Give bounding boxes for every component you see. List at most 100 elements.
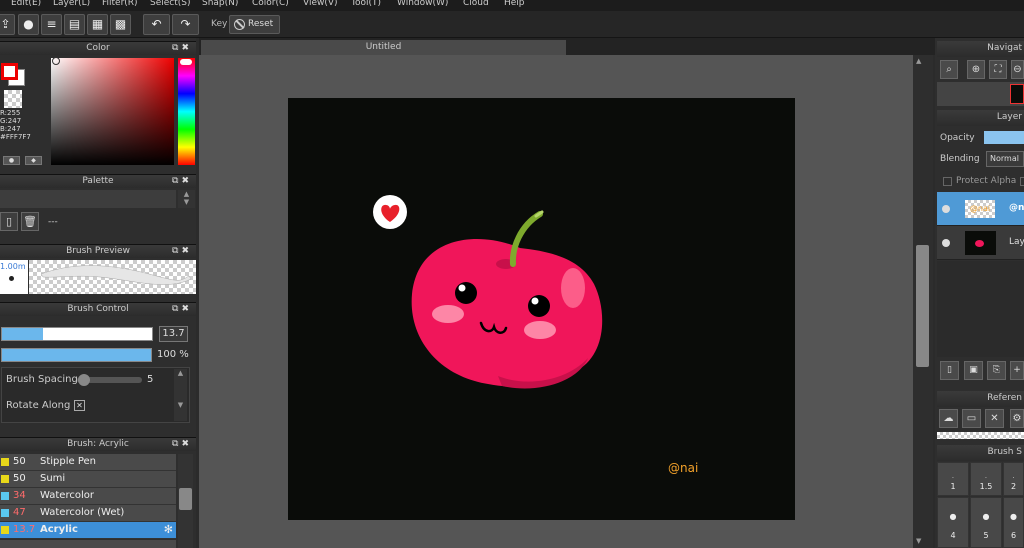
panel-controls-icon[interactable]: ⧉✖	[172, 42, 192, 55]
foreground-color-swatch[interactable]	[1, 63, 18, 80]
key-label: Key	[211, 19, 228, 29]
brush-size: 50	[13, 473, 26, 484]
brush-size-value[interactable]: 13.7	[159, 326, 188, 342]
menu-select[interactable]: Select(S)	[150, 0, 191, 8]
brush-size-cell[interactable]: ● 6	[1003, 497, 1024, 548]
rotate-along-checkbox[interactable]: ✕	[74, 400, 85, 411]
menu-button[interactable]: ≡	[41, 14, 62, 35]
undo-button[interactable]: ↶	[143, 14, 170, 35]
panel-controls-icon[interactable]: ⧉✖	[172, 175, 192, 188]
scroll-up-icon[interactable]: ▲	[916, 57, 921, 65]
brush-item[interactable]: 47 Watercolor (Wet)	[0, 505, 176, 522]
menu-help[interactable]: Help	[504, 0, 525, 8]
palette-swatches[interactable]	[0, 190, 176, 208]
artboard[interactable]: @nai	[288, 98, 795, 520]
panel-controls-icon[interactable]: ⧉✖	[172, 245, 192, 258]
menu-layer[interactable]: Layer(L)	[53, 0, 90, 8]
brush-size-slider[interactable]	[1, 327, 153, 341]
cloud-icon[interactable]: ☁	[939, 409, 958, 428]
brush-size-cell[interactable]: ● 4	[937, 497, 969, 548]
navigator-preview[interactable]	[937, 82, 1024, 106]
menu-snap[interactable]: Snap(N)	[202, 0, 238, 8]
menu-view[interactable]: View(V)	[303, 0, 338, 8]
brush-size-cell[interactable]: · 2	[1003, 462, 1024, 496]
hue-slider[interactable]	[178, 58, 195, 165]
fit-screen-icon[interactable]: ⛶	[989, 60, 1007, 79]
layer-item-selected[interactable]: @nai @n	[937, 192, 1024, 226]
color-picker-cursor[interactable]	[52, 57, 60, 65]
brush-size-cell[interactable]: · 1.5	[970, 462, 1002, 496]
document-button[interactable]: ▤	[64, 14, 85, 35]
navigator-viewport[interactable]	[1010, 84, 1024, 104]
brush-item-selected[interactable]: 13.7 Acrylic ✻	[0, 522, 176, 539]
menu-tool[interactable]: Tool(T)	[351, 0, 381, 8]
brush-size-cell[interactable]: ● 5	[970, 497, 1002, 548]
brush-item[interactable]: 50 Stipple Pen	[0, 454, 176, 471]
canvas-vertical-scrollbar[interactable]: ▲ ▼	[913, 55, 933, 548]
brush-size-fill	[2, 328, 43, 340]
swap-color-button[interactable]: ◆	[25, 156, 42, 165]
layer-panel-header: Layer	[937, 110, 1024, 126]
panel-controls-icon[interactable]: ⧉✖	[172, 303, 192, 316]
add-layer-icon[interactable]: +	[1010, 361, 1024, 380]
new-layer-icon[interactable]: ▯	[940, 361, 959, 380]
protect-alpha-checkbox[interactable]	[943, 177, 952, 186]
menu-cloud[interactable]: Cloud	[463, 0, 489, 8]
brush-list-title: Brush: Acrylic	[67, 439, 129, 449]
brush-item-partial[interactable]	[0, 540, 176, 548]
transparent-swatch[interactable]	[4, 90, 22, 108]
brush-spacing-slider[interactable]	[77, 374, 142, 386]
zoom-out-icon[interactable]: ⊖	[1011, 60, 1024, 79]
settings-icon[interactable]: ⚙	[1010, 409, 1024, 428]
import-layer-icon[interactable]: ⎘	[987, 361, 1006, 380]
grid-button[interactable]: ▩	[110, 14, 131, 35]
brush-item[interactable]: 34 Watercolor	[0, 488, 176, 505]
navigator-header: Navigat	[937, 41, 1024, 57]
menu-filter[interactable]: Filter(R)	[102, 0, 138, 8]
brush-size-cell[interactable]: · 1	[937, 462, 969, 496]
brush-spacing-handle[interactable]	[78, 374, 90, 386]
menu-color[interactable]: Color(C)	[252, 0, 289, 8]
redo-button[interactable]: ↷	[172, 14, 199, 35]
gear-icon[interactable]: ✻	[164, 522, 173, 538]
layer-opacity-slider[interactable]	[984, 131, 1024, 144]
new-palette-button[interactable]: ▯	[0, 212, 18, 231]
visibility-icon[interactable]	[942, 205, 950, 213]
eyedropper-button[interactable]: ●	[3, 156, 20, 165]
reset-button[interactable]: Reset	[229, 15, 280, 34]
scroll-down-icon[interactable]: ▼	[916, 537, 921, 545]
layers-view-button[interactable]: ▦	[87, 14, 108, 35]
brush-item[interactable]: 50 Sumi	[0, 471, 176, 488]
brush-spacing-label: Brush Spacing	[6, 374, 78, 385]
delete-palette-icon[interactable]: 🗑	[21, 212, 39, 231]
zoom-in-icon[interactable]: ⊕	[967, 60, 985, 79]
layer-name: Lay	[1009, 237, 1024, 247]
close-icon[interactable]: ✕	[985, 409, 1004, 428]
menu-edit[interactable]: Edit(E)	[11, 0, 41, 8]
brush-size-value: 1.5	[979, 482, 993, 491]
comment-button[interactable]: ●	[18, 14, 39, 35]
cherry-illustration	[373, 195, 603, 389]
blending-mode-select[interactable]: Normal	[986, 151, 1024, 167]
layer-item[interactable]: Lay	[937, 226, 1024, 260]
folder-icon[interactable]: ▭	[962, 409, 981, 428]
reference-image-area[interactable]	[937, 432, 1024, 439]
brush-list-scroll-thumb[interactable]	[179, 488, 192, 510]
brush-color-swatch	[1, 492, 9, 500]
panel-controls-icon[interactable]: ⧉✖	[172, 438, 192, 451]
duplicate-layer-icon[interactable]: ▣	[964, 361, 983, 380]
brush-list-scrollbar[interactable]	[178, 454, 193, 548]
zoom-search-icon[interactable]: ⌕	[940, 60, 958, 79]
brush-opacity-slider[interactable]	[1, 348, 152, 362]
hue-slider-handle[interactable]	[180, 59, 192, 65]
share-button[interactable]: ⇪	[0, 14, 15, 35]
red-value: R:255	[0, 109, 21, 117]
palette-scrollbar[interactable]: ▲ ▼	[178, 190, 195, 208]
visibility-icon[interactable]	[942, 239, 950, 247]
canvas-scroll-thumb[interactable]	[916, 245, 929, 367]
brush-settings-scrollbar[interactable]: ▲ ▼	[174, 369, 187, 421]
document-tab[interactable]: Untitled	[201, 40, 566, 55]
menu-window[interactable]: Window(W)	[397, 0, 448, 8]
clipping-checkbox[interactable]	[1020, 177, 1024, 186]
color-picker-field[interactable]	[51, 57, 174, 165]
